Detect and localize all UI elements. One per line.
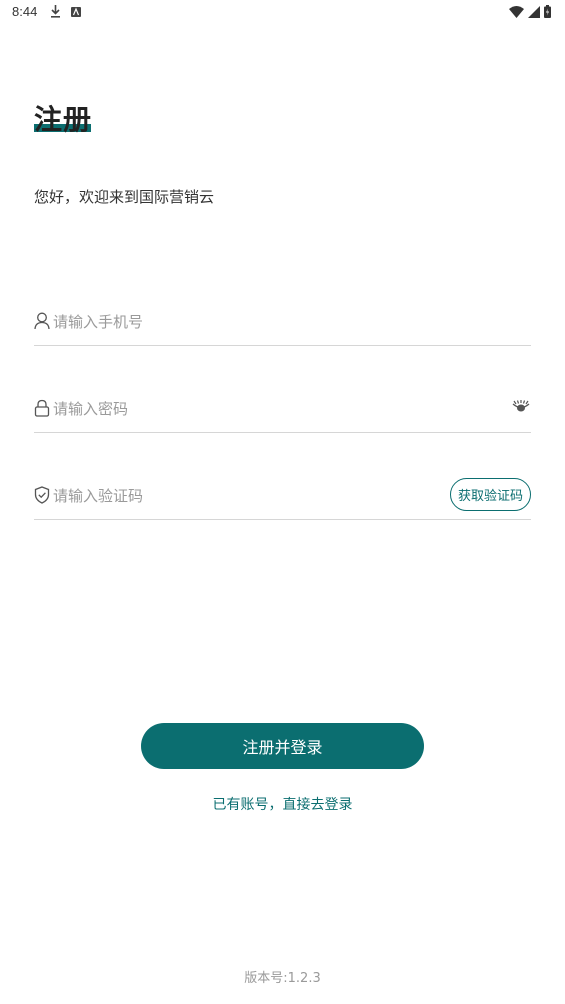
code-field: 获取验证码 — [34, 474, 531, 520]
go-to-login-link[interactable]: 已有账号，直接去登录 — [0, 794, 565, 814]
register-login-button[interactable]: 注册并登录 — [141, 723, 424, 769]
password-input[interactable] — [53, 395, 433, 423]
status-time: 8:44 — [12, 4, 38, 19]
version-label: 版本号:1.2.3 — [244, 971, 321, 986]
password-visibility-toggle[interactable] — [511, 399, 531, 415]
welcome-subtitle: 您好，欢迎来到国际营销云 — [34, 188, 215, 206]
app-notification-icon — [71, 6, 81, 17]
battery-icon — [544, 5, 551, 18]
user-icon — [34, 312, 50, 330]
page-title-wrap: 注册 — [34, 98, 92, 138]
phone-input[interactable] — [53, 308, 433, 336]
signal-icon — [528, 5, 540, 18]
password-field — [34, 387, 531, 433]
lock-icon — [34, 399, 50, 417]
page-title: 注册 — [34, 103, 93, 136]
shield-check-icon — [34, 486, 50, 504]
get-code-button[interactable]: 获取验证码 — [450, 478, 531, 511]
wifi-icon — [509, 5, 524, 18]
code-input[interactable] — [53, 482, 433, 510]
eye-closed-icon — [512, 400, 530, 412]
phone-field — [34, 300, 531, 346]
download-icon — [51, 5, 60, 18]
status-bar: 8:44 — [0, 0, 565, 24]
